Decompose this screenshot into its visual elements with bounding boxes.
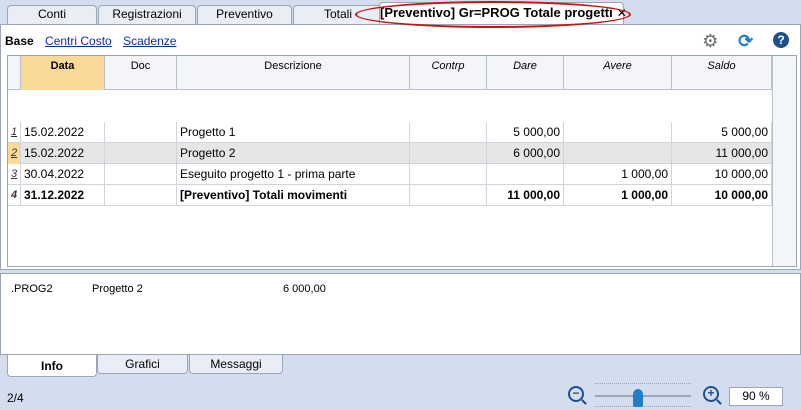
- row-number[interactable]: 2: [8, 143, 21, 164]
- row-number[interactable]: 1: [8, 122, 21, 143]
- header-doc[interactable]: Doc: [105, 56, 177, 90]
- cell-descrizione[interactable]: Progetto 2: [177, 143, 410, 164]
- main-panel: Base Centri Costo Scadenze ⚙ ⟳ ? Data Do…: [0, 24, 801, 270]
- cell-descrizione[interactable]: [Preventivo] Totali movimenti: [177, 185, 410, 206]
- refresh-icon[interactable]: ⟳: [735, 30, 757, 52]
- zoom-in-icon[interactable]: +: [703, 386, 719, 402]
- tab-registrazioni[interactable]: Registrazioni: [98, 5, 196, 24]
- cell-data[interactable]: 30.04.2022: [21, 164, 105, 185]
- info-account: .PROG2: [11, 283, 53, 295]
- view-scadenze[interactable]: Scadenze: [123, 34, 176, 48]
- bottom-tab-bar: Info Grafici Messaggi: [0, 355, 801, 377]
- view-selector: Base Centri Costo Scadenze: [5, 34, 184, 48]
- toolbar-icons: ⚙ ⟳ ?: [689, 30, 792, 52]
- table-row[interactable]: 3 30.04.2022 Eseguito progetto 1 - prima…: [8, 164, 772, 185]
- cell-dare[interactable]: 6 000,00: [487, 143, 564, 164]
- table-row[interactable]: 1 15.02.2022 Progetto 1 5 000,00 5 000,0…: [8, 122, 772, 143]
- tab-preventivo-totale-progetti[interactable]: [Preventivo] Gr=PROG Totale progetti ✕: [379, 2, 627, 24]
- info-amount: 6 000,00: [283, 283, 326, 295]
- cell-contrp[interactable]: [410, 122, 487, 143]
- zoom-value[interactable]: 90 %: [729, 387, 783, 406]
- help-icon-wrap[interactable]: ?: [770, 30, 792, 52]
- tab-conti[interactable]: Conti: [7, 5, 97, 24]
- info-description: Progetto 2: [92, 283, 143, 295]
- header-dare[interactable]: Dare: [487, 56, 564, 90]
- close-icon[interactable]: ✕: [617, 6, 627, 20]
- tab-preventivo[interactable]: Preventivo: [197, 5, 292, 24]
- cell-doc[interactable]: [105, 185, 177, 206]
- tab-grafici[interactable]: Grafici: [97, 355, 188, 374]
- cell-contrp[interactable]: [410, 185, 487, 206]
- cell-avere[interactable]: [564, 122, 672, 143]
- header-saldo[interactable]: Saldo: [672, 56, 772, 90]
- help-icon[interactable]: ?: [773, 32, 789, 48]
- tab-info[interactable]: Info: [7, 355, 97, 377]
- tab-totali[interactable]: Totali: [293, 5, 383, 24]
- cell-avere[interactable]: [564, 143, 672, 164]
- cell-descrizione[interactable]: Eseguito progetto 1 - prima parte: [177, 164, 410, 185]
- cell-contrp[interactable]: [410, 164, 487, 185]
- zoom-slider-thumb[interactable]: [633, 389, 643, 407]
- cell-dare[interactable]: [487, 164, 564, 185]
- record-position: 2/4: [7, 391, 24, 405]
- tab-label: [Preventivo] Gr=PROG Totale progetti: [380, 5, 613, 20]
- row-number[interactable]: 4: [8, 185, 21, 206]
- cell-avere[interactable]: 1 000,00: [564, 164, 672, 185]
- tab-bar: Conti Registrazioni Preventivo Totali [P…: [0, 0, 801, 28]
- cell-dare[interactable]: 5 000,00: [487, 122, 564, 143]
- header-avere[interactable]: Avere: [564, 56, 672, 90]
- cell-doc[interactable]: [105, 143, 177, 164]
- info-panel: .PROG2 Progetto 2 6 000,00: [0, 273, 801, 355]
- cell-data[interactable]: 15.02.2022: [21, 143, 105, 164]
- cell-saldo[interactable]: 11 000,00: [672, 143, 772, 164]
- slider-ticks: [595, 383, 691, 407]
- cell-saldo[interactable]: 5 000,00: [672, 122, 772, 143]
- header-descrizione[interactable]: Descrizione: [177, 56, 410, 90]
- cell-dare[interactable]: 11 000,00: [487, 185, 564, 206]
- view-base[interactable]: Base: [5, 34, 34, 48]
- header-data[interactable]: Data: [21, 56, 105, 90]
- cell-data[interactable]: 15.02.2022: [21, 122, 105, 143]
- cell-doc[interactable]: [105, 164, 177, 185]
- view-centri-costo[interactable]: Centri Costo: [45, 34, 112, 48]
- cell-saldo[interactable]: 10 000,00: [672, 164, 772, 185]
- cell-avere[interactable]: 1 000,00: [564, 185, 672, 206]
- table-row[interactable]: 2 15.02.2022 Progetto 2 6 000,00 11 000,…: [8, 143, 772, 164]
- cell-descrizione[interactable]: Progetto 1: [177, 122, 410, 143]
- tab-messaggi[interactable]: Messaggi: [189, 355, 283, 374]
- cell-doc[interactable]: [105, 122, 177, 143]
- grid-header: Data Doc Descrizione Contrp Dare Avere S…: [8, 56, 796, 90]
- cell-contrp[interactable]: [410, 143, 487, 164]
- zoom-slider[interactable]: [595, 383, 691, 407]
- gear-icon[interactable]: ⚙: [699, 30, 721, 52]
- cell-saldo[interactable]: 10 000,00: [672, 185, 772, 206]
- header-rownum: [8, 56, 21, 90]
- row-number[interactable]: 3: [8, 164, 21, 185]
- data-grid: Data Doc Descrizione Contrp Dare Avere S…: [7, 55, 797, 267]
- header-contrp[interactable]: Contrp: [410, 56, 487, 90]
- vertical-scrollbar[interactable]: [772, 56, 796, 266]
- table-row-total[interactable]: 4 31.12.2022 [Preventivo] Totali movimen…: [8, 185, 772, 206]
- cell-data[interactable]: 31.12.2022: [21, 185, 105, 206]
- zoom-out-icon[interactable]: −: [568, 386, 584, 402]
